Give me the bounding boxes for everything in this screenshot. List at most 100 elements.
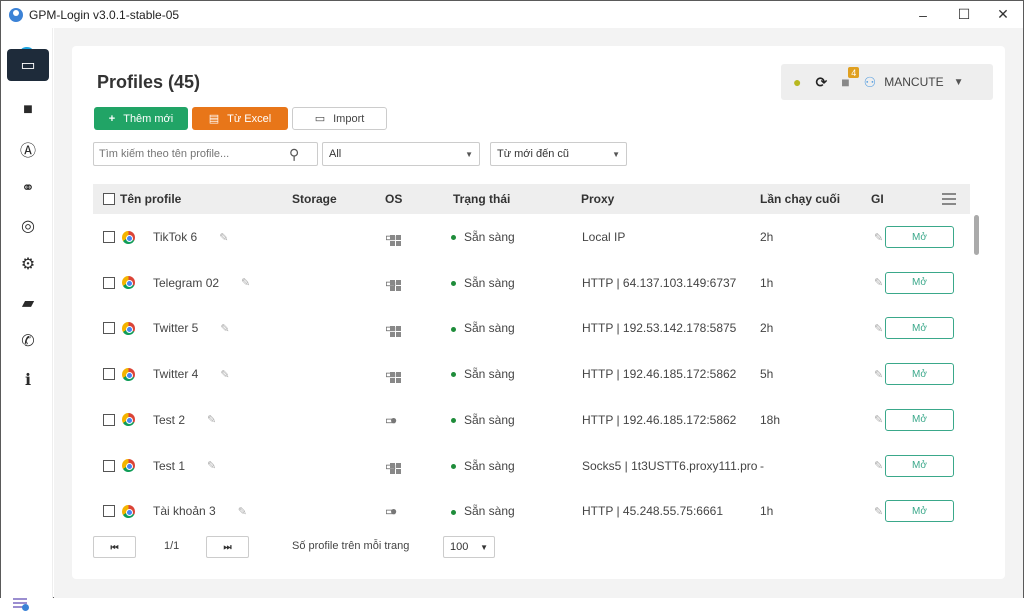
sidebar-item-settings[interactable]: ⚙ [7, 248, 49, 280]
edit-name-icon[interactable]: ✎ [219, 231, 228, 244]
column-os[interactable]: OS [385, 192, 402, 206]
app-window: GPM-Login v3.0.1-stable-05 – ☐ ✕ G ▭■Ⓐ⚭◎… [0, 0, 1024, 611]
column-last-run[interactable]: Lần chạy cuối [760, 192, 840, 206]
add-profile-button[interactable]: + Thêm mới [94, 107, 188, 130]
open-profile-button[interactable]: Mở [885, 271, 954, 294]
table-row[interactable]: Telegram 02✎▭Sẵn sàngHTTP | 64.137.103.1… [93, 260, 970, 306]
table-scrollbar[interactable] [974, 215, 979, 255]
table-row[interactable]: Tài khoản 3 ✎ ▭ ● Sẵn sàng HTTP | 45.248.55.7… [93, 488, 970, 534]
open-profile-button[interactable]: Mở [885, 317, 954, 340]
import-button[interactable]: ▭ Import [292, 107, 387, 130]
search-box: ⚲ [93, 142, 318, 166]
sidebar-item-automation[interactable]: Ⓐ [7, 133, 49, 165]
edit-name-icon[interactable]: ✎ [238, 505, 247, 518]
column-status[interactable]: Trạng thái [453, 192, 510, 206]
status-text: Sẵn sàng [464, 275, 515, 290]
table-row[interactable]: Twitter 5✎▭Sẵn sàngHTTP | 192.53.142.178… [93, 305, 970, 351]
row-checkbox[interactable] [103, 231, 115, 243]
sidebar-item-groups[interactable]: ■ [7, 94, 49, 126]
status: Sẵn sàng [451, 276, 515, 290]
edit-name-icon[interactable]: ✎ [207, 459, 216, 472]
os-cell [390, 320, 401, 337]
open-profile-button[interactable]: Mở [885, 363, 954, 386]
windows-icon [390, 371, 401, 383]
table-row[interactable]: TikTok 6✎▭Sẵn sàngLocal IP2h✎Mở [93, 214, 970, 260]
status-text: Sẵn sàng [464, 230, 515, 244]
log-icon[interactable] [13, 598, 29, 611]
sidebar-item-about[interactable]: ℹ [7, 364, 49, 396]
last-page-button[interactable]: ⏭ [206, 536, 249, 558]
edit-name-icon[interactable]: ✎ [207, 413, 216, 426]
edit-note-icon[interactable]: ✎ [874, 459, 883, 472]
refresh-icon[interactable]: ⟳ [815, 74, 827, 91]
first-page-button[interactable]: ⏮ [93, 536, 136, 558]
proxy: HTTP | 64.137.103.149:6737 [582, 275, 737, 290]
profile-name[interactable]: Twitter 4 [153, 367, 198, 381]
column-name[interactable]: Tên profile [120, 192, 181, 206]
chrome-icon [122, 321, 135, 335]
column-menu-icon[interactable] [942, 193, 956, 208]
profile-name[interactable]: Tài khoản 3 [153, 504, 216, 518]
status-dot-icon [451, 235, 456, 241]
column-note[interactable]: GI [871, 192, 884, 206]
proxy: HTTP | 192.53.142.178:5875 [582, 321, 737, 336]
profile-name[interactable]: Telegram 02 [153, 276, 219, 290]
last-run: - [760, 458, 764, 473]
edit-note-icon[interactable]: ✎ [874, 322, 883, 335]
column-storage[interactable]: Storage [292, 192, 337, 206]
last-run: 2h [760, 321, 774, 336]
open-profile-button[interactable]: Mở [885, 226, 954, 248]
profile-name[interactable]: Test 2 [153, 413, 185, 427]
edit-note-icon[interactable]: ✎ [874, 368, 883, 381]
os-cell [390, 229, 401, 246]
group-filter-select[interactable]: All ▼ [322, 142, 480, 166]
sidebar-item-contact[interactable]: ✆ [7, 325, 49, 357]
edit-name-icon[interactable]: ✎ [241, 276, 250, 289]
chevron-down-icon[interactable]: ▼ [954, 77, 964, 88]
maximize-button[interactable]: ☐ [947, 1, 981, 28]
edit-note-icon[interactable]: ✎ [874, 413, 883, 426]
row-checkbox[interactable] [103, 276, 115, 289]
table-row[interactable]: Test 2 ✎ ▭ ● Sẵn sàng HTTP | 192.46.185.172:5… [93, 397, 970, 443]
edit-name-icon[interactable]: ✎ [220, 322, 229, 335]
row-checkbox[interactable] [103, 368, 115, 381]
row-checkbox[interactable] [103, 459, 115, 472]
minimize-button[interactable]: – [906, 1, 940, 28]
open-profile-button[interactable]: Mở [885, 500, 954, 523]
edit-note-icon[interactable]: ✎ [874, 231, 883, 244]
search-input[interactable] [94, 148, 289, 160]
open-profile-button[interactable]: Mở [885, 454, 954, 477]
row-checkbox[interactable] [103, 322, 115, 335]
column-proxy[interactable]: Proxy [581, 192, 614, 206]
row-checkbox[interactable] [103, 413, 115, 426]
search-icon[interactable]: ⚲ [289, 146, 299, 163]
import-excel-button[interactable]: ▤ Từ Excel [192, 107, 288, 130]
windows-icon [390, 463, 401, 474]
per-page-select[interactable]: 100 ▼ [443, 536, 495, 558]
proxy: HTTP | 192.46.185.172:5862 [582, 412, 737, 427]
sort-select[interactable]: Từ mới đến cũ ▼ [490, 142, 627, 166]
close-button[interactable]: ✕ [986, 1, 1020, 28]
proxy: HTTP | 45.248.55.75:6661 [582, 504, 723, 519]
sidebar-item-profiles[interactable]: ▭ [7, 49, 49, 81]
profile-name[interactable]: Twitter 5 [153, 321, 198, 335]
table-row[interactable]: Test 1✎▭Sẵn sàngSocks5 | 1t3USTT6.proxy1… [93, 443, 970, 489]
edit-note-icon[interactable]: ✎ [874, 505, 883, 518]
sidebar-item-proxy[interactable]: ⚭ [7, 172, 49, 204]
sidebar-item-support[interactable]: ◎ [7, 210, 49, 242]
row-checkbox[interactable] [103, 505, 115, 518]
profile-name[interactable]: Test 1 [153, 459, 185, 473]
profile-name[interactable]: TikTok 6 [153, 230, 197, 244]
sidebar-item-docs[interactable]: ▰ [7, 287, 49, 319]
edit-name-icon[interactable]: ✎ [220, 368, 229, 381]
username[interactable]: MANCUTE [884, 75, 943, 89]
edit-note-icon[interactable]: ✎ [874, 276, 883, 289]
import-label: Import [333, 112, 365, 125]
bell-icon[interactable]: ■ 4 [841, 67, 860, 90]
select-all-checkbox[interactable] [103, 193, 115, 205]
status-text: Sẵn sàng [464, 367, 515, 382]
table-row[interactable]: Twitter 4✎▭Sẵn sàngHTTP | 192.46.185.172… [93, 351, 970, 397]
status-text: Sẵn sàng [464, 321, 515, 336]
bulb-icon[interactable]: ● [793, 74, 801, 90]
open-profile-button[interactable]: Mở [885, 408, 954, 431]
